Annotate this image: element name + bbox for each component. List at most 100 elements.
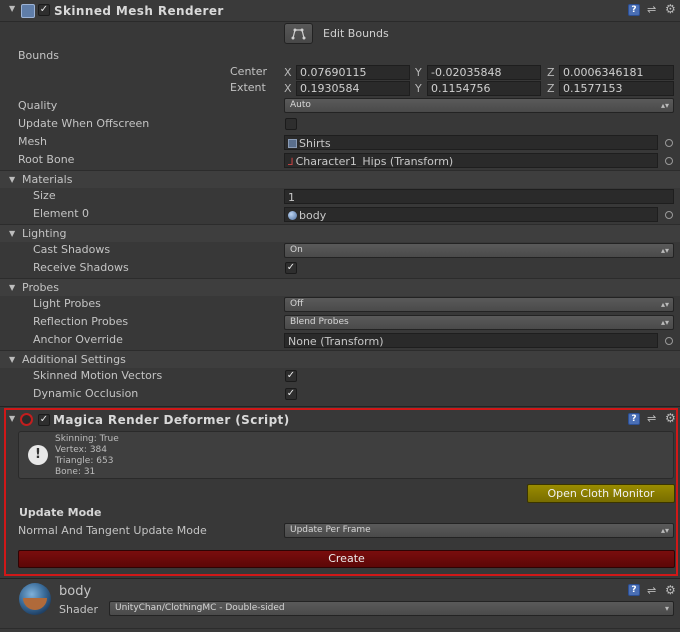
- foldout-arrow-icon[interactable]: ▼: [9, 414, 15, 423]
- help-icon[interactable]: ?: [628, 413, 640, 425]
- dropdown-arrow-icon: ▴▾: [660, 526, 669, 535]
- update-offscreen-checkbox[interactable]: [285, 118, 297, 130]
- element0-label: Element 0: [33, 207, 90, 220]
- quality-label: Quality: [18, 99, 58, 112]
- root-bone-field[interactable]: ⅃ Character1_Hips (Transform): [284, 153, 658, 168]
- quality-value: Auto: [290, 100, 311, 110]
- info-line: Vertex: 384: [55, 445, 108, 455]
- cast-shadows-value: On: [290, 245, 303, 255]
- shader-value: UnityChan/ClothingMC - Double-sided: [115, 603, 285, 613]
- dropdown-arrow-icon: ▾: [664, 604, 669, 613]
- dropdown-arrow-icon: ▴▾: [660, 318, 669, 327]
- foldout-arrow-icon[interactable]: ▼: [9, 4, 15, 13]
- mesh-object-picker-icon[interactable]: [665, 139, 673, 147]
- element0-value: body: [299, 209, 327, 222]
- anchor-override-object-picker-icon[interactable]: [665, 337, 673, 345]
- element0-object-picker-icon[interactable]: [665, 211, 673, 219]
- skinned-mesh-renderer-header[interactable]: ▼ ✓ Skinned Mesh Renderer ? ⇌ ⚙: [0, 0, 680, 22]
- anchor-override-value: None (Transform): [288, 335, 384, 348]
- info-box: ! Skinning: True Vertex: 384 Triangle: 6…: [18, 431, 674, 479]
- quality-dropdown[interactable]: Auto ▴▾: [284, 98, 674, 113]
- dropdown-arrow-icon: ▴▾: [660, 300, 669, 309]
- materials-size-label: Size: [33, 189, 56, 202]
- root-bone-object-picker-icon[interactable]: [665, 157, 673, 165]
- cast-shadows-dropdown[interactable]: On ▴▾: [284, 243, 674, 258]
- dropdown-arrow-icon: ▴▾: [660, 101, 669, 110]
- probes-foldout[interactable]: ▼ Probes: [0, 278, 680, 296]
- material-section: body ? ⇌ ⚙ Shader UnityChan/ClothingMC -…: [0, 578, 680, 632]
- extent-y-field[interactable]: 0.1154756: [427, 81, 541, 96]
- center-z-label: Z: [547, 66, 555, 79]
- mesh-field[interactable]: Shirts: [284, 135, 658, 150]
- transform-icon: ⅃: [288, 157, 294, 168]
- extent-y-label: Y: [415, 82, 422, 95]
- foldout-arrow-icon: ▼: [9, 229, 16, 238]
- edit-bounds-label: Edit Bounds: [323, 27, 389, 40]
- anchor-override-field[interactable]: None (Transform): [284, 333, 658, 348]
- additional-settings-foldout[interactable]: ▼ Additional Settings: [0, 350, 680, 368]
- component-divider: [0, 406, 680, 407]
- center-x-field[interactable]: 0.07690115: [296, 65, 410, 80]
- reflection-probes-label: Reflection Probes: [33, 315, 129, 328]
- materials-size-field[interactable]: 1: [284, 189, 674, 204]
- root-bone-label: Root Bone: [18, 153, 75, 166]
- foldout-arrow-icon: ▼: [9, 355, 16, 364]
- magica-title: Magica Render Deformer (Script): [53, 413, 290, 427]
- center-y-field[interactable]: -0.02035848: [427, 65, 541, 80]
- edit-bounds-icon: [291, 28, 306, 40]
- anchor-override-label: Anchor Override: [33, 333, 123, 346]
- center-z-field[interactable]: 0.0006346181: [559, 65, 674, 80]
- info-line: Skinning: True: [55, 434, 119, 444]
- material-help-icon[interactable]: ?: [628, 584, 640, 596]
- skinned-mesh-enabled-checkbox[interactable]: ✓: [38, 4, 50, 16]
- create-button[interactable]: Create: [18, 550, 675, 568]
- preset-icon[interactable]: ⇌: [647, 413, 659, 425]
- motion-vectors-label: Skinned Motion Vectors: [33, 369, 163, 382]
- reflection-probes-value: Blend Probes: [290, 317, 349, 327]
- magica-enabled-checkbox[interactable]: ✓: [38, 414, 50, 426]
- element0-field[interactable]: body: [284, 207, 658, 222]
- materials-foldout[interactable]: ▼ Materials: [0, 170, 680, 188]
- center-x-label: X: [284, 66, 292, 79]
- info-icon: !: [28, 445, 48, 465]
- reflection-probes-dropdown[interactable]: Blend Probes ▴▾: [284, 315, 674, 330]
- lighting-foldout[interactable]: ▼ Lighting: [0, 224, 680, 242]
- extent-x-label: X: [284, 82, 292, 95]
- light-probes-dropdown[interactable]: Off ▴▾: [284, 297, 674, 312]
- material-gear-icon[interactable]: ⚙: [665, 583, 676, 597]
- gear-icon[interactable]: ⚙: [665, 412, 677, 424]
- materials-size-value: 1: [288, 191, 295, 204]
- preset-icon[interactable]: ⇌: [647, 4, 659, 16]
- foldout-arrow-icon: ▼: [9, 283, 16, 292]
- dynamic-occlusion-checkbox[interactable]: ✓: [285, 388, 297, 400]
- material-preset-icon[interactable]: ⇌: [647, 584, 656, 597]
- receive-shadows-checkbox[interactable]: ✓: [285, 262, 297, 274]
- dynamic-occlusion-label: Dynamic Occlusion: [33, 387, 139, 400]
- normal-tangent-label: Normal And Tangent Update Mode: [18, 524, 207, 537]
- create-button-label: Create: [328, 552, 365, 565]
- center-label: Center: [230, 65, 268, 78]
- cast-shadows-label: Cast Shadows: [33, 243, 111, 256]
- help-icon[interactable]: ?: [628, 4, 640, 16]
- extent-x-field[interactable]: 0.1930584: [296, 81, 410, 96]
- normal-tangent-dropdown[interactable]: Update Per Frame ▴▾: [284, 523, 674, 538]
- receive-shadows-label: Receive Shadows: [33, 261, 129, 274]
- gear-icon[interactable]: ⚙: [665, 3, 677, 15]
- mesh-label: Mesh: [18, 135, 47, 148]
- material-preview-icon[interactable]: [19, 583, 51, 615]
- mesh-renderer-icon: [21, 4, 35, 18]
- center-y-label: Y: [415, 66, 422, 79]
- motion-vectors-checkbox[interactable]: ✓: [285, 370, 297, 382]
- edit-bounds-button[interactable]: [284, 23, 313, 44]
- update-offscreen-label: Update When Offscreen: [18, 117, 150, 130]
- material-name: body: [59, 584, 92, 599]
- root-bone-value: Character1_Hips (Transform): [295, 155, 454, 168]
- shader-dropdown[interactable]: UnityChan/ClothingMC - Double-sided ▾: [109, 601, 674, 616]
- open-cloth-monitor-label: Open Cloth Monitor: [547, 487, 655, 500]
- skinned-mesh-title: Skinned Mesh Renderer: [54, 4, 224, 18]
- extent-z-field[interactable]: 0.1577153: [559, 81, 674, 96]
- mesh-asset-icon: [288, 139, 297, 148]
- open-cloth-monitor-button[interactable]: Open Cloth Monitor: [527, 484, 675, 503]
- magica-header[interactable]: ▼ ✓ Magica Render Deformer (Script) ? ⇌ …: [6, 410, 676, 430]
- normal-tangent-value: Update Per Frame: [290, 525, 371, 535]
